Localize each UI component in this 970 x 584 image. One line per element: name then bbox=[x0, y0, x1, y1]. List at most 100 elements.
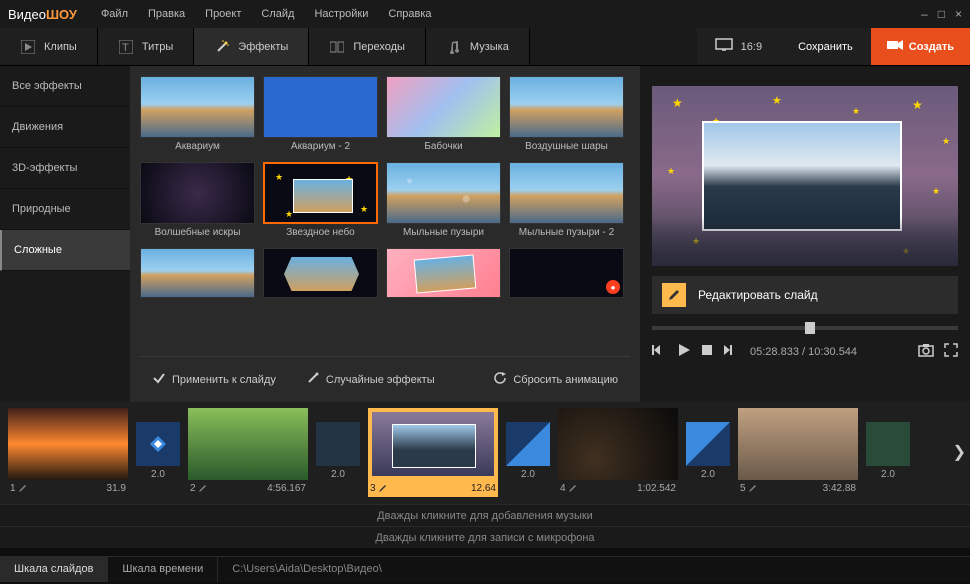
effect-item[interactable]: Волшебные искры bbox=[140, 162, 255, 244]
timeline-transition[interactable]: 2.0 bbox=[504, 408, 552, 480]
next-icon[interactable] bbox=[722, 343, 738, 360]
timeline-transition[interactable]: 2.0 bbox=[134, 408, 182, 480]
titlebar: ВидеоШОУ Файл Правка Проект Слайд Настро… bbox=[0, 0, 970, 28]
cat-3d[interactable]: 3D-эффекты bbox=[0, 148, 130, 189]
random-effects-button[interactable]: Случайные эффекты bbox=[294, 365, 447, 394]
play-icon[interactable] bbox=[676, 342, 692, 361]
prev-icon[interactable] bbox=[652, 343, 668, 360]
timeline-transition[interactable]: 2.0 bbox=[314, 408, 362, 480]
wand-icon bbox=[214, 39, 230, 55]
timeline-transition[interactable]: 2.0 bbox=[684, 408, 732, 480]
status-path: C:\Users\Aida\Desktop\Видео\ bbox=[218, 557, 396, 582]
cat-all[interactable]: Все эффекты bbox=[0, 66, 130, 107]
minimize-icon[interactable]: – bbox=[921, 7, 928, 21]
pencil-icon bbox=[198, 483, 208, 493]
create-button[interactable]: Создать bbox=[871, 28, 970, 65]
tab-label: Эффекты bbox=[238, 41, 288, 53]
pencil-icon bbox=[18, 483, 28, 493]
status-bar: Шкала слайдов Шкала времени C:\Users\Aid… bbox=[0, 556, 970, 582]
category-sidebar: Все эффекты Движения 3D-эффекты Природны… bbox=[0, 66, 130, 402]
effect-item[interactable]: Бабочки bbox=[386, 76, 501, 158]
maximize-icon[interactable]: □ bbox=[938, 7, 945, 21]
menu-help[interactable]: Справка bbox=[380, 4, 439, 24]
tab-transitions[interactable]: Переходы bbox=[309, 28, 426, 65]
app-logo: ВидеоШОУ bbox=[8, 7, 77, 22]
timeline-clip[interactable]: 1 31.9 bbox=[8, 408, 128, 497]
monitor-icon bbox=[715, 38, 733, 55]
main-content: Все эффекты Движения 3D-эффекты Природны… bbox=[0, 66, 970, 402]
effects-panel: Аквариум Аквариум - 2 Бабочки Воздушные … bbox=[130, 66, 640, 402]
tab-label: Клипы bbox=[44, 41, 77, 53]
preview-canvas[interactable]: ★★★★★★★★★★ bbox=[652, 86, 958, 266]
close-icon[interactable]: × bbox=[955, 7, 962, 21]
cat-motion[interactable]: Движения bbox=[0, 107, 130, 148]
playhead-slider[interactable] bbox=[652, 326, 958, 330]
ratio-label: 16:9 bbox=[741, 41, 762, 53]
effect-item[interactable] bbox=[263, 248, 378, 298]
menu-edit[interactable]: Правка bbox=[140, 4, 193, 24]
fullscreen-icon[interactable] bbox=[944, 343, 958, 360]
wand-icon bbox=[306, 371, 320, 388]
status-tab-time[interactable]: Шкала времени bbox=[108, 557, 218, 582]
effect-item[interactable]: ● bbox=[509, 248, 624, 298]
music-track-hint[interactable]: Дважды кликните для добавления музыки bbox=[0, 504, 970, 526]
effect-item[interactable]: Аквариум bbox=[140, 76, 255, 158]
effect-item[interactable]: Аквариум - 2 bbox=[263, 76, 378, 158]
effect-item[interactable]: Мыльные пузыри - 2 bbox=[509, 162, 624, 244]
pencil-icon bbox=[662, 283, 686, 307]
tab-music[interactable]: Музыка bbox=[426, 28, 530, 65]
effect-item[interactable]: Мыльные пузыри bbox=[386, 162, 501, 244]
timeline[interactable]: 1 31.9 2.0 2 4:56.167 2.0 3 12.64 2.0 4 … bbox=[0, 402, 970, 504]
camera-icon bbox=[887, 39, 903, 54]
transition-icon bbox=[329, 39, 345, 55]
play-icon bbox=[20, 39, 36, 55]
refresh-icon bbox=[493, 371, 507, 388]
aspect-ratio[interactable]: 16:9 bbox=[697, 28, 780, 65]
snapshot-icon[interactable] bbox=[918, 343, 934, 360]
cat-complex[interactable]: Сложные bbox=[0, 230, 130, 271]
timeline-transition[interactable]: 2.0 bbox=[864, 408, 912, 480]
pencil-icon bbox=[568, 483, 578, 493]
main-menu: Файл Правка Проект Слайд Настройки Справ… bbox=[93, 4, 440, 24]
playback-controls: 05:28.833 / 10:30.544 bbox=[652, 342, 958, 361]
tab-row: Клипы T Титры Эффекты Переходы Музыка 16… bbox=[0, 28, 970, 66]
timeline-clip[interactable]: 4 1:02.542 bbox=[558, 408, 678, 497]
save-button[interactable]: Сохранить bbox=[780, 28, 871, 65]
record-badge-icon: ● bbox=[606, 280, 620, 294]
stop-icon[interactable] bbox=[700, 343, 714, 360]
reset-animation-button[interactable]: Сбросить анимацию bbox=[481, 365, 630, 394]
tab-label: Титры bbox=[142, 41, 173, 53]
playback-time: 05:28.833 / 10:30.544 bbox=[750, 346, 857, 358]
check-icon bbox=[152, 371, 166, 388]
text-icon: T bbox=[118, 39, 134, 55]
effect-item[interactable]: ★★★★★ Звездное небо bbox=[263, 162, 378, 244]
apply-to-slide-button[interactable]: Применить к слайду bbox=[140, 365, 288, 394]
tab-titles[interactable]: T Титры bbox=[98, 28, 194, 65]
menu-slide[interactable]: Слайд bbox=[253, 4, 302, 24]
tab-effects[interactable]: Эффекты bbox=[194, 28, 309, 65]
edit-slide-button[interactable]: Редактировать слайд bbox=[652, 276, 958, 314]
tab-clips[interactable]: Клипы bbox=[0, 28, 98, 65]
menu-settings[interactable]: Настройки bbox=[306, 4, 376, 24]
effect-item[interactable] bbox=[386, 248, 501, 298]
timeline-clip[interactable]: 2 4:56.167 bbox=[188, 408, 308, 497]
timeline-clip[interactable]: 5 3:42.88 bbox=[738, 408, 858, 497]
timeline-scroll-right-icon[interactable]: ❯ bbox=[953, 442, 966, 462]
effect-item[interactable]: Воздушные шары bbox=[509, 76, 624, 158]
effect-item[interactable] bbox=[140, 248, 255, 298]
timeline-clip-current[interactable]: 3 12.64 bbox=[368, 408, 498, 497]
create-label: Создать bbox=[909, 41, 954, 53]
status-tab-slides[interactable]: Шкала слайдов bbox=[0, 557, 108, 582]
music-icon bbox=[446, 39, 462, 55]
cat-nature[interactable]: Природные bbox=[0, 189, 130, 230]
effects-actions: Применить к слайду Случайные эффекты Сбр… bbox=[140, 356, 630, 402]
window-controls: – □ × bbox=[921, 7, 962, 21]
menu-project[interactable]: Проект bbox=[197, 4, 249, 24]
effects-grid: Аквариум Аквариум - 2 Бабочки Воздушные … bbox=[140, 76, 630, 356]
svg-text:T: T bbox=[122, 42, 129, 54]
mic-track-hint[interactable]: Дважды кликните для записи с микрофона bbox=[0, 526, 970, 548]
menu-file[interactable]: Файл bbox=[93, 4, 136, 24]
tab-label: Музыка bbox=[470, 41, 509, 53]
pencil-icon bbox=[378, 483, 388, 493]
tab-label: Переходы bbox=[353, 41, 405, 53]
